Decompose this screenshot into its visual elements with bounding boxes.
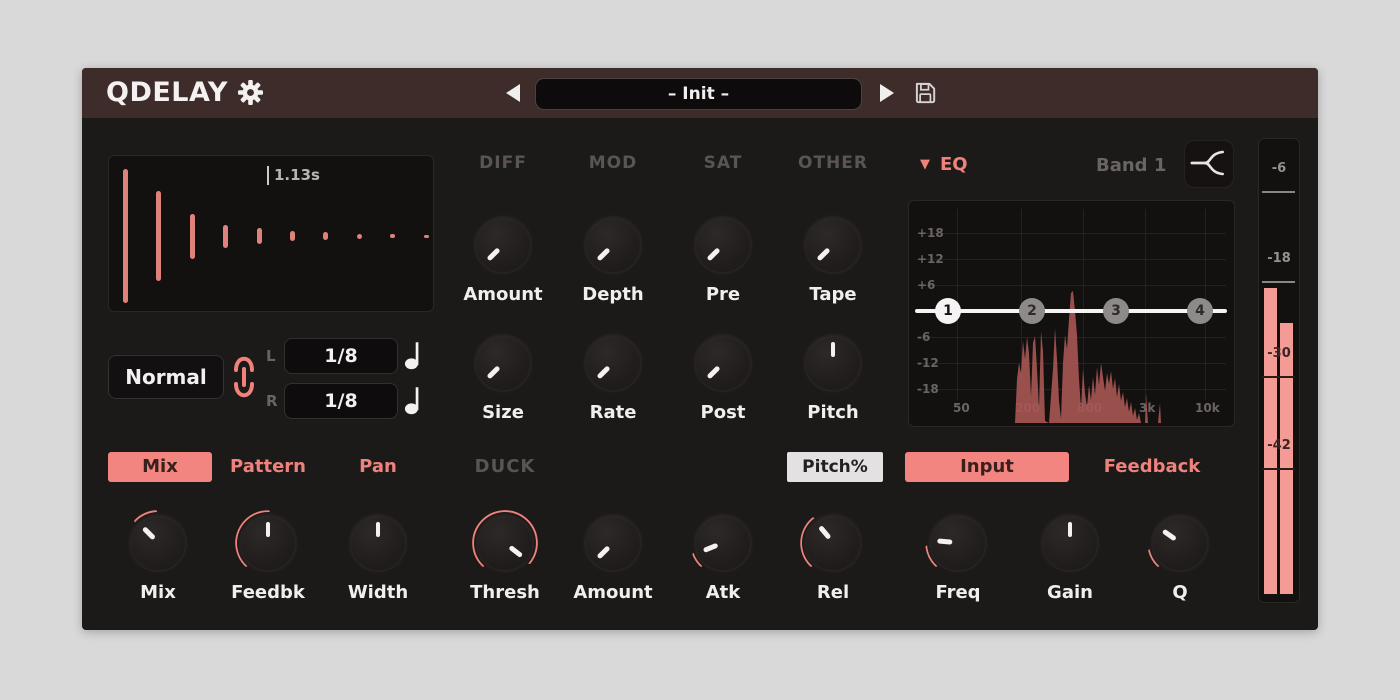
meter-scale-tick [1262,281,1295,283]
knob-sat-pre[interactable]: Pre [668,211,778,305]
meter-scale-label: -42 [1259,438,1299,453]
knob-duck-attack[interactable]: Atk [668,509,778,603]
left-time-field[interactable]: 1/8 [284,338,398,374]
output-level-meter: -6 -18 -30 -42 [1258,138,1300,603]
meter-scale-tick [1262,376,1295,378]
delay-time-label: 1.13s [267,166,320,185]
meter-bar-right [1280,323,1293,594]
knob-mod-rate[interactable]: Rate [558,329,668,423]
meter-scale-tick [1262,191,1295,193]
section-header-diff: DIFF [443,153,563,173]
gear-icon[interactable] [238,80,263,105]
quarter-note-icon-right[interactable] [404,383,424,417]
preset-prev-button[interactable] [506,84,520,102]
tab-input[interactable]: Input [905,452,1069,482]
pitch-percent-toggle[interactable]: Pitch% [787,452,883,482]
right-channel-label: R [266,392,278,410]
link-channels-icon[interactable] [232,349,256,405]
knob-label: Mix [103,582,213,603]
left-channel-label: L [266,347,276,365]
knob-label: Tape [778,284,888,305]
knob-label: Pre [668,284,778,305]
tab-pattern[interactable]: Pattern [218,452,318,482]
plugin-window: QDELAY – Init – [82,68,1318,630]
knob-label: Feedbk [213,582,323,603]
knob-label: Depth [558,284,668,305]
eq-band-handle-2[interactable]: 2 [1019,298,1045,324]
eq-band-handle-3[interactable]: 3 [1103,298,1129,324]
knob-eq-q[interactable]: Q [1125,509,1235,603]
delay-tap-bar [156,191,161,281]
knob-label: Pitch [778,402,888,423]
section-header-mod: MOD [553,153,673,173]
knob-feedback[interactable]: Feedbk [213,509,323,603]
meter-scale-label: -30 [1259,346,1299,361]
knob-label: Post [668,402,778,423]
eq-title: EQ [940,154,968,175]
knob-mix[interactable]: Mix [103,509,213,603]
delay-tap-bar [357,234,362,239]
delay-tap-bar [257,228,262,244]
delay-mode-selector[interactable]: Normal [108,355,224,399]
save-icon[interactable] [912,80,938,106]
delay-tap-bar [390,234,395,238]
knob-diff-amount[interactable]: Amount [448,211,558,305]
knob-sat-post[interactable]: Post [668,329,778,423]
knob-label: Rel [778,582,888,603]
knob-duck-release[interactable]: Rel [778,509,888,603]
meter-scale-label: -18 [1259,251,1299,266]
knob-label: Rate [558,402,668,423]
knob-label: Thresh [450,582,560,603]
delay-tap-bar [190,214,195,259]
section-header-duck: DUCK [455,452,555,482]
knob-label: Width [323,582,433,603]
right-time-field[interactable]: 1/8 [284,383,398,419]
knob-label: Amount [448,284,558,305]
knob-label: Size [448,402,558,423]
meter-scale-tick [1262,468,1295,470]
section-header-sat: SAT [663,153,783,173]
knob-label: Freq [903,582,1013,603]
knob-eq-freq[interactable]: Freq [903,509,1013,603]
section-header-other: OTHER [773,153,893,173]
collapse-triangle-icon[interactable]: ▼ [920,157,930,172]
knob-label: Q [1125,582,1235,603]
eq-band-handle-1[interactable]: 1 [935,298,961,324]
quarter-note-icon-left[interactable] [404,338,424,372]
knob-label: Amount [558,582,668,603]
tab-feedback[interactable]: Feedback [1090,452,1214,482]
knob-other-pitch[interactable]: Pitch [778,329,888,423]
knob-eq-gain[interactable]: Gain [1015,509,1125,603]
knob-other-tape[interactable]: Tape [778,211,888,305]
knob-width[interactable]: Width [323,509,433,603]
knob-duck-threshold[interactable]: Thresh [450,509,560,603]
filter-shape-icon [1185,141,1231,185]
knob-mod-depth[interactable]: Depth [558,211,668,305]
knob-duck-amount[interactable]: Amount [558,509,668,603]
delay-tap-bar [290,231,295,241]
tab-pan[interactable]: Pan [328,452,428,482]
eq-zero-line[interactable] [915,309,1227,313]
delay-tap-bar [123,169,128,303]
plugin-title: QDELAY [106,77,263,108]
title-bar: QDELAY – Init – [82,68,1318,118]
meter-scale-label: -6 [1259,161,1299,176]
knob-diff-size[interactable]: Size [448,329,558,423]
delay-visualization[interactable]: 1.13s [108,155,434,312]
delay-tap-bar [323,232,328,240]
knob-label: Atk [668,582,778,603]
preset-selector[interactable]: – Init – [535,78,862,110]
knob-label: Gain [1015,582,1125,603]
eq-band-handle-4[interactable]: 4 [1187,298,1213,324]
plugin-name: QDELAY [106,77,228,108]
preset-next-button[interactable] [880,84,894,102]
eq-graph[interactable]: +18+12+6-6-12-18502008003k10k1234 [908,200,1235,427]
filter-type-button[interactable] [1184,140,1234,188]
selected-band-label: Band 1 [1096,155,1166,176]
delay-tap-bar [223,225,228,248]
delay-tap-bar [424,235,429,238]
tab-mix[interactable]: Mix [108,452,212,482]
eq-section-header[interactable]: ▼ EQ [920,154,968,175]
